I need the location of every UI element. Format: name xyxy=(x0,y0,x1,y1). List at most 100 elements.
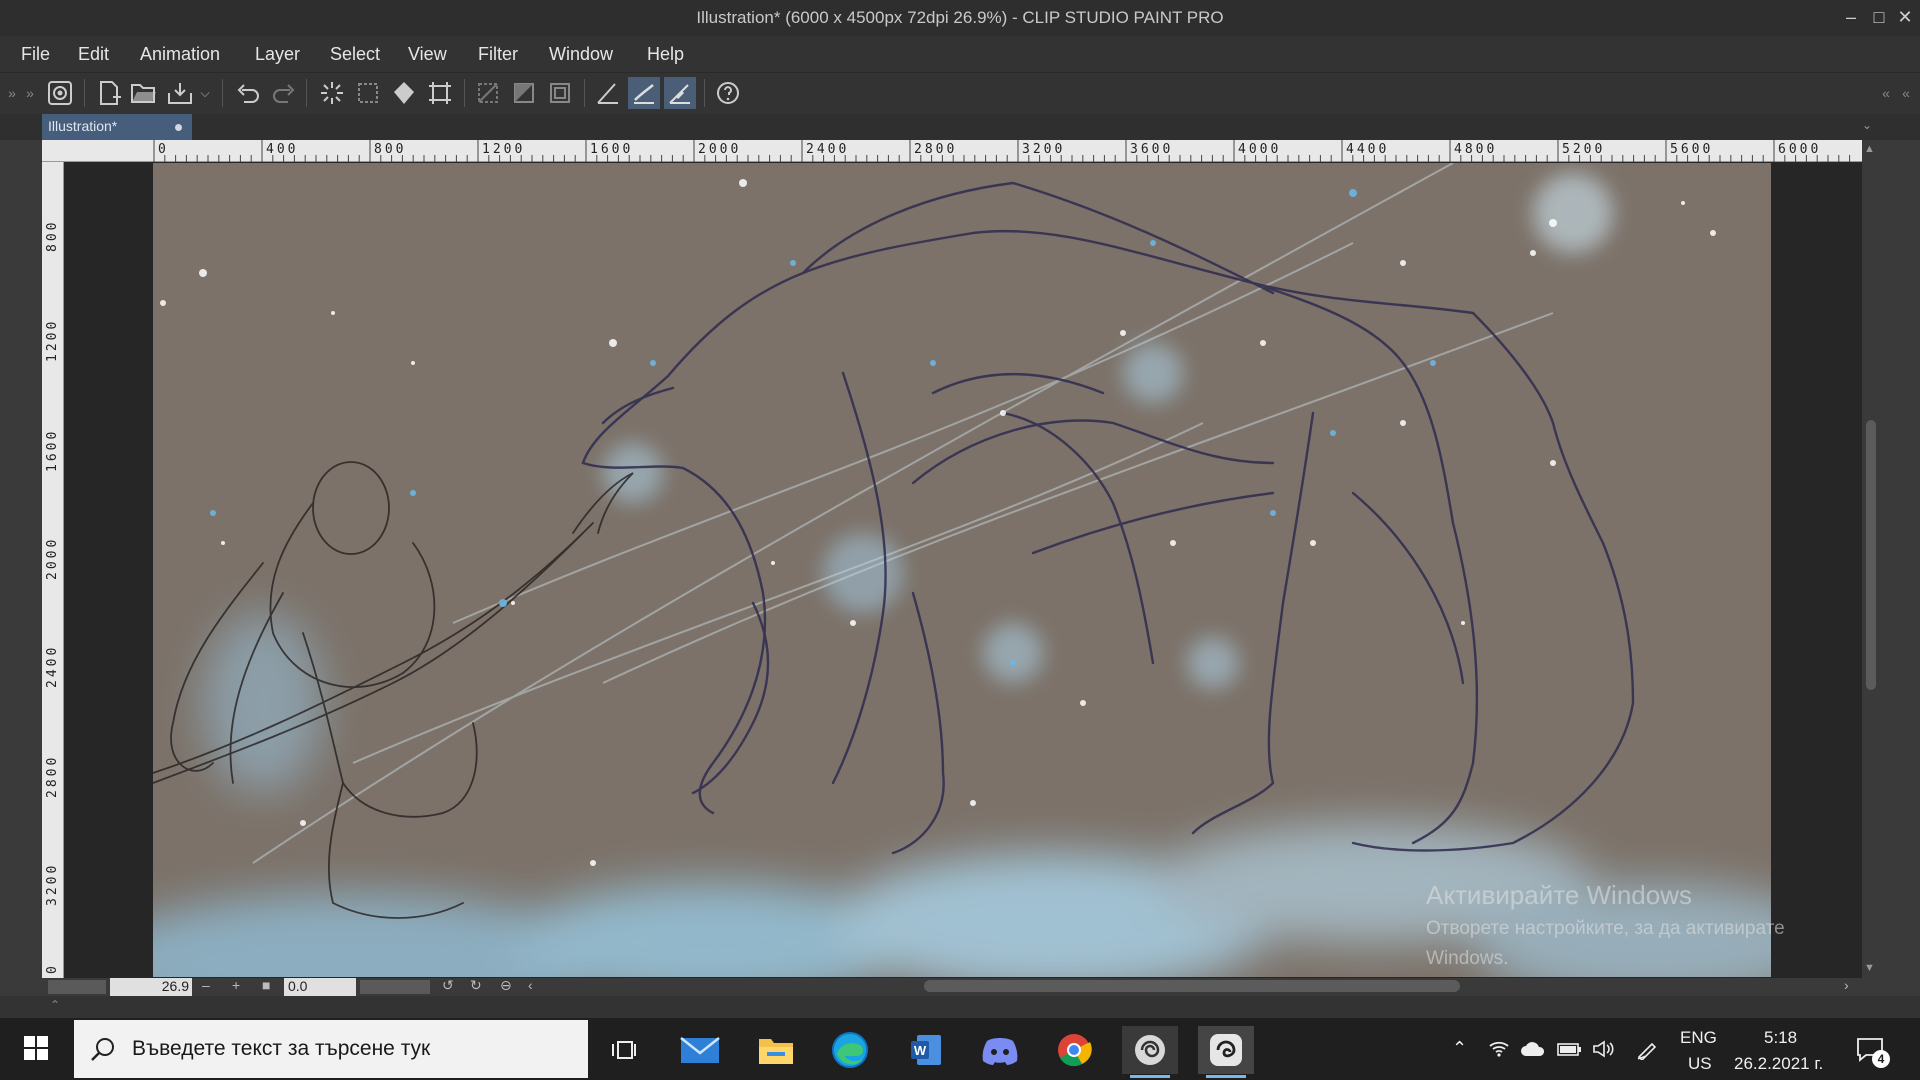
show-hidden-icons-chevron-icon[interactable]: ⌃ xyxy=(1452,1038,1467,1059)
discord-app-icon[interactable] xyxy=(972,1026,1028,1074)
transform-icon[interactable] xyxy=(424,77,456,109)
collapse-left2-icon[interactable]: » xyxy=(20,77,40,109)
menu-help[interactable]: Help xyxy=(647,44,684,65)
file-explorer-icon[interactable] xyxy=(748,1026,804,1074)
open-file-icon[interactable] xyxy=(128,77,160,109)
ruler-label: 0 xyxy=(158,142,169,157)
ruler-label: 2400 xyxy=(806,142,850,157)
toolbar-separator xyxy=(306,79,307,107)
deselect-icon[interactable] xyxy=(352,77,384,109)
horizontal-scroll-thumb[interactable] xyxy=(924,980,1460,992)
scroll-down-icon[interactable]: ▼ xyxy=(1864,962,1875,974)
taskbar-search-input[interactable]: Въведете текст за търсене тук xyxy=(74,1020,588,1078)
export-icon[interactable] xyxy=(164,77,196,109)
redo-icon[interactable] xyxy=(268,77,300,109)
rotate-left-icon[interactable]: ↺ xyxy=(442,977,454,994)
ruler-label: 2000 xyxy=(698,142,742,157)
activation-watermark-title: Активирайте Windows xyxy=(1426,880,1692,910)
tab-label: Illustration* xyxy=(48,118,118,134)
ruler-label: 2000 xyxy=(45,536,60,580)
language-bottom[interactable]: US xyxy=(1688,1054,1712,1074)
undo-icon[interactable] xyxy=(232,77,264,109)
fill-icon[interactable] xyxy=(388,77,420,109)
export-dropdown-icon[interactable]: ⌵ xyxy=(196,77,214,109)
zoom-in-icon[interactable]: + xyxy=(232,977,240,993)
word-app-icon[interactable]: W xyxy=(898,1026,954,1074)
ruler-label: 3600 xyxy=(1130,142,1174,157)
zoom-field[interactable]: 26.9 xyxy=(110,978,192,996)
wifi-icon[interactable] xyxy=(1488,1040,1510,1063)
edge-browser-icon[interactable] xyxy=(822,1026,878,1074)
menu-file[interactable]: File xyxy=(21,44,50,65)
clip-studio-window: Illustration* (6000 x 4500px 72dpi 26.9%… xyxy=(0,0,1920,1080)
clip-studio-logo-icon[interactable] xyxy=(44,77,76,109)
vertical-ruler: 800 1200 1600 2000 2400 2800 3200 0 xyxy=(42,162,64,978)
ruler-label: 4000 xyxy=(1238,142,1282,157)
vertical-scroll-thumb[interactable] xyxy=(1866,420,1876,690)
tab-close-icon[interactable] xyxy=(175,124,182,131)
reset-rotation-icon[interactable]: ⊖ xyxy=(500,977,512,994)
snap-special-ruler-icon[interactable] xyxy=(664,77,696,109)
stroke-correction-icon[interactable] xyxy=(592,77,624,109)
snap-ruler-icon[interactable] xyxy=(628,77,660,109)
menu-filter[interactable]: Filter xyxy=(478,44,518,65)
clip-studio-paint-icon[interactable] xyxy=(1198,1026,1254,1078)
rotation-field[interactable]: 0.0 xyxy=(284,978,356,996)
selection-layer-icon[interactable] xyxy=(544,77,576,109)
collapse-left-icon[interactable]: » xyxy=(2,77,22,109)
scroll-left-icon[interactable]: ‹ xyxy=(528,977,533,993)
scroll-up-icon[interactable]: ▲ xyxy=(1864,143,1875,155)
clear-selection-icon[interactable] xyxy=(316,77,348,109)
clock-time[interactable]: 5:18 xyxy=(1764,1028,1797,1048)
mail-app-icon[interactable] xyxy=(672,1026,728,1074)
rotate-right-icon[interactable]: ↻ xyxy=(470,977,482,994)
ruler-label: 5200 xyxy=(1562,142,1606,157)
hide-selection-icon[interactable] xyxy=(472,77,504,109)
document-tab-bar: Illustration* ⌄ xyxy=(0,114,1920,140)
menu-layer[interactable]: Layer xyxy=(255,44,300,65)
ruler-label: 800 xyxy=(374,142,407,157)
help-icon[interactable] xyxy=(712,77,744,109)
menu-edit[interactable]: Edit xyxy=(78,44,109,65)
collapse-right-icon[interactable]: « xyxy=(1876,77,1896,109)
chrome-browser-icon[interactable] xyxy=(1046,1026,1102,1074)
volume-icon[interactable] xyxy=(1592,1040,1616,1063)
close-icon[interactable]: ✕ xyxy=(1892,4,1918,30)
minimize-icon[interactable]: – xyxy=(1838,4,1864,30)
ruler-label: 1600 xyxy=(45,428,60,472)
scroll-right-icon[interactable]: › xyxy=(1844,977,1849,993)
ruler-label: 1600 xyxy=(590,142,634,157)
collapse-right2-icon[interactable]: « xyxy=(1896,77,1916,109)
menu-window[interactable]: Window xyxy=(549,44,613,65)
zoom-out-icon[interactable]: – xyxy=(202,977,210,993)
window-title: Illustration* (6000 x 4500px 72dpi 26.9%… xyxy=(696,8,1224,27)
task-view-icon[interactable] xyxy=(596,1026,652,1074)
tab-menu-chevron-icon[interactable]: ⌄ xyxy=(1862,118,1872,132)
ruler-label: 6000 xyxy=(1778,142,1822,157)
activation-watermark-line: Windows. xyxy=(1426,948,1509,969)
onedrive-icon[interactable] xyxy=(1520,1040,1546,1063)
canvas-artwork[interactable] xyxy=(153,163,1771,977)
windows-start-icon[interactable] xyxy=(8,1024,64,1072)
clock-date[interactable]: 26.2.2021 г. xyxy=(1734,1054,1823,1074)
fit-icon[interactable]: ■ xyxy=(262,977,270,993)
menu-animation[interactable]: Animation xyxy=(140,44,220,65)
ruler-label: 1200 xyxy=(45,318,60,362)
horizontal-ruler: 0 400 800 1200 1600 2000 2400 2800 3200 … xyxy=(42,140,1862,162)
ruler-label: 4800 xyxy=(1454,142,1498,157)
notification-count-badge: 4 xyxy=(1872,1050,1890,1068)
new-file-icon[interactable] xyxy=(94,77,126,109)
rotation-slider[interactable] xyxy=(360,980,430,994)
navigator-slider[interactable] xyxy=(48,980,106,994)
menu-select[interactable]: Select xyxy=(330,44,380,65)
battery-icon[interactable] xyxy=(1556,1040,1582,1063)
expand-panel-icon[interactable]: ⌃ xyxy=(50,998,60,1012)
clip-studio-launcher-icon[interactable] xyxy=(1122,1026,1178,1078)
maximize-icon[interactable]: □ xyxy=(1866,4,1892,30)
menu-view[interactable]: View xyxy=(408,44,447,65)
search-icon xyxy=(91,1038,114,1061)
pen-input-icon[interactable] xyxy=(1636,1040,1658,1065)
language-top[interactable]: ENG xyxy=(1680,1028,1717,1048)
tab-illustration[interactable]: Illustration* xyxy=(42,114,192,140)
invert-selection-icon[interactable] xyxy=(508,77,540,109)
